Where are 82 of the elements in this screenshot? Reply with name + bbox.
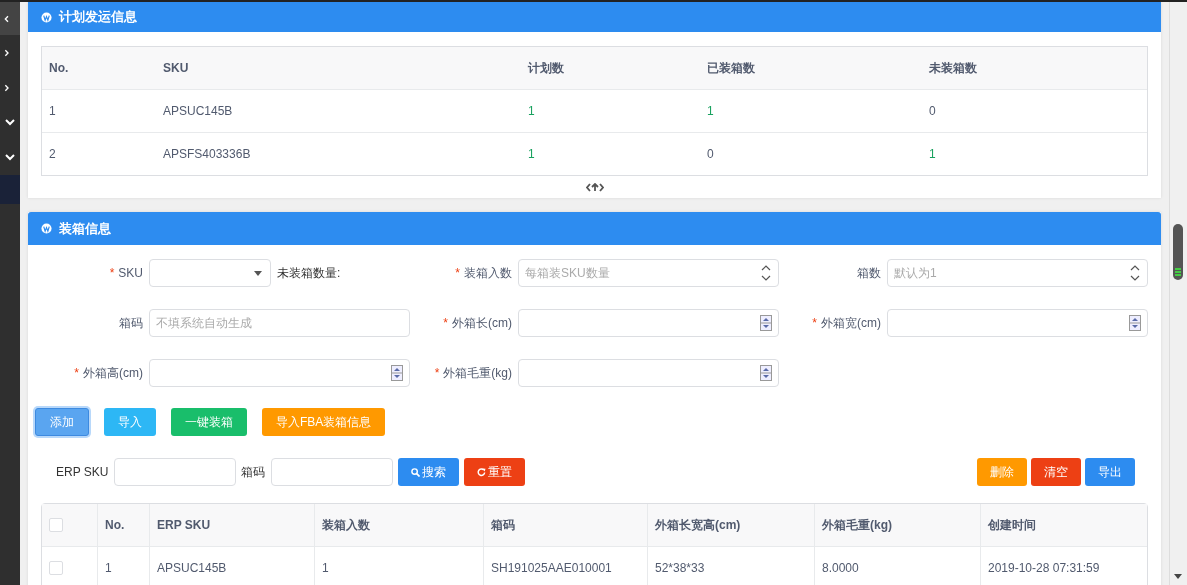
column-header: 装箱入数 [314, 504, 483, 546]
table-cell: 2019-10-28 07:31:59 [980, 547, 1148, 585]
table-cell-text: 2 [48, 146, 57, 163]
column-header: No. [48, 60, 70, 77]
field-note: 未装箱数量: [277, 264, 341, 282]
field-label-text: 外箱宽(cm) [821, 315, 881, 330]
checkbox[interactable] [49, 518, 63, 532]
table-cell-text: 1 [706, 103, 715, 120]
column-header: 外箱毛重(kg) [814, 504, 980, 546]
field-label-text: 箱码 [119, 315, 143, 330]
field-label-text: SKU [118, 266, 143, 280]
table-cell-text: 1 [48, 103, 57, 120]
required-mark: * [455, 265, 460, 280]
search-icon [411, 467, 421, 477]
table-cell-text: 0 [706, 146, 715, 163]
required-mark: * [812, 315, 817, 330]
table-cell: 1 [97, 547, 149, 585]
table-cell-text: APSFS403336B [162, 146, 252, 163]
column-header: 已装箱数 [706, 59, 756, 77]
table-cell: 52*38*33 [647, 547, 814, 585]
collapse-icon[interactable] [585, 182, 604, 192]
action-button[interactable]: 导入 [104, 408, 156, 436]
refresh-icon [477, 467, 487, 477]
required-mark: * [74, 365, 79, 380]
action-button[interactable]: 导入FBA装箱信息 [262, 408, 386, 436]
table-cell: 8.0000 [814, 547, 980, 585]
action-button[interactable]: 添加 [35, 408, 89, 436]
filter-field[interactable] [271, 458, 394, 486]
spinner-icon[interactable] [391, 365, 403, 381]
scroll-down-icon[interactable] [1174, 574, 1182, 579]
spinner-icon[interactable] [760, 365, 772, 381]
scrollbar-thumb[interactable] [1173, 224, 1183, 280]
table-cell-text: 1 [527, 146, 536, 163]
column-header: No. [97, 504, 149, 546]
number-field[interactable] [518, 309, 779, 337]
filter-label: ERP SKU [56, 465, 109, 479]
column-header: 计划数 [526, 59, 565, 77]
filter-field[interactable] [114, 458, 237, 486]
logo-icon [41, 223, 52, 234]
column-header: 未装箱数 [928, 59, 978, 77]
column-header: 创建时间 [980, 504, 1148, 546]
required-mark: * [443, 315, 448, 330]
field-label-text: 箱数 [857, 265, 881, 280]
column-header: 箱码 [483, 504, 647, 546]
input-field[interactable]: 不填系统自动生成 [149, 309, 410, 337]
number-field[interactable] [149, 359, 410, 387]
reset-button[interactable]: 重置 [464, 458, 526, 486]
field-label-text: 外箱高(cm) [83, 365, 143, 380]
table-cell-text: 1 [928, 146, 937, 163]
column-header: SKU [162, 60, 190, 77]
panel-title: 计划发运信息 [59, 8, 137, 26]
action-button[interactable]: 删除 [977, 458, 1027, 486]
field-label-text: 装箱入数 [464, 265, 512, 280]
number-field[interactable]: 每箱装SKU数量 [518, 259, 779, 287]
number-field[interactable] [887, 309, 1148, 337]
spinner-icon[interactable] [1130, 264, 1140, 282]
number-field[interactable] [518, 359, 779, 387]
search-button[interactable]: 搜索 [398, 458, 460, 486]
table-cell-text: APSUC145B [162, 103, 234, 120]
field-label-text: 外箱毛重(kg) [443, 365, 512, 380]
required-mark: * [434, 365, 440, 380]
table-cell: APSUC145B [149, 547, 314, 585]
table-cell: 1 [314, 547, 483, 585]
table-cell-text: 0 [928, 103, 937, 120]
column-header: 外箱长宽高(cm) [647, 504, 814, 546]
number-field[interactable]: 默认为1 [887, 259, 1148, 287]
filter-label: 箱码 [241, 463, 266, 481]
required-mark: * [109, 266, 115, 280]
caret-icon [254, 270, 262, 276]
spinner-icon[interactable] [760, 315, 772, 331]
action-button[interactable]: 清空 [1031, 458, 1081, 486]
logo-icon [41, 11, 52, 23]
checkbox[interactable] [49, 561, 63, 575]
action-button[interactable]: 一键装箱 [171, 408, 247, 436]
table-cell-text: 1 [527, 103, 536, 120]
column-header: ERP SKU [149, 504, 314, 546]
action-button[interactable]: 导出 [1085, 458, 1135, 486]
panel-title: 装箱信息 [59, 219, 111, 238]
table-cell: SH191025AAE010001 [483, 547, 647, 585]
spinner-icon[interactable] [1129, 315, 1141, 331]
spinner-icon[interactable] [761, 264, 771, 282]
field-label-text: 外箱长(cm) [452, 315, 512, 330]
